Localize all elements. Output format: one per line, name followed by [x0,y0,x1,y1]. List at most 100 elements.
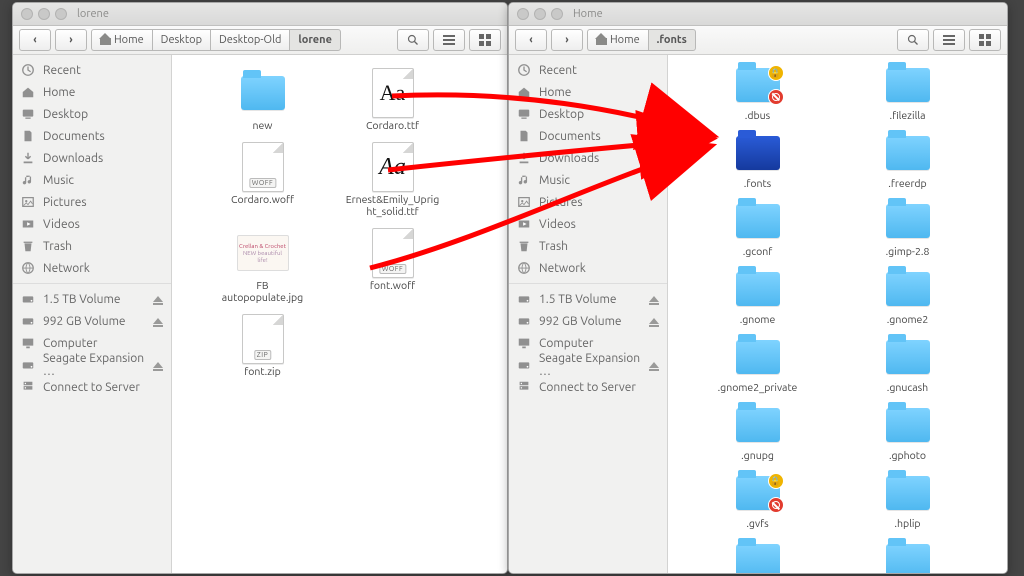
breadcrumb-seg[interactable]: Desktop [152,29,210,51]
sidebar-item-home[interactable]: Home [509,81,667,103]
folder-item[interactable]: .gnome [703,267,813,325]
sidebar-item-network[interactable]: Network [509,257,667,279]
search-button[interactable] [397,29,429,51]
nav-back-button[interactable]: ‹ [19,29,51,51]
sidebar-item-videos[interactable]: Videos [13,213,171,235]
sidebar-item-recent[interactable]: Recent [509,59,667,81]
file-item[interactable]: WOFFCordaro.woff [215,143,311,217]
breadcrumb-seg[interactable]: Desktop-Old [210,29,289,51]
eject-icon[interactable] [649,318,659,324]
max-dot[interactable] [55,8,67,20]
grid-icon [979,34,991,46]
folder-item[interactable]: .gphoto [853,403,963,461]
breadcrumb-label: Desktop-Old [219,34,281,46]
sidebar-device[interactable]: 1.5 TB Volume [13,288,171,310]
sidebar-item-downloads[interactable]: Downloads [509,147,667,169]
eject-icon[interactable] [649,362,659,368]
sidebar-device[interactable]: Seagate Expansion … [13,354,171,376]
breadcrumb-seg[interactable]: lorene [289,29,341,51]
sidebar-item-label: Pictures [539,196,583,209]
min-dot[interactable] [38,8,50,20]
folder-item[interactable]: .freerdp [853,131,963,189]
folder-item[interactable]: .fonts [703,131,813,189]
sidebar-item-downloads[interactable]: Downloads [13,147,171,169]
drive-icon [21,358,35,372]
eject-icon[interactable] [649,296,659,302]
pictures-icon [21,195,35,209]
sidebar-separator [13,283,171,284]
sidebar-item-desktop[interactable]: Desktop [13,103,171,125]
eject-icon[interactable] [153,362,163,368]
sidebar-item-label: Music [43,174,74,187]
min-dot[interactable] [534,8,546,20]
folder-item[interactable]: 🔒.gvfs [703,471,813,529]
sidebar-item-network[interactable]: Network [13,257,171,279]
folder-item[interactable]: .kde [703,539,813,573]
view-grid-button[interactable] [469,29,501,51]
sidebar-item-pictures[interactable]: Pictures [13,191,171,213]
sidebar-item-trash[interactable]: Trash [13,235,171,257]
view-list-button[interactable] [433,29,465,51]
titlebar[interactable]: Home [509,3,1007,26]
sidebar-device[interactable]: Connect to Server [509,376,667,398]
breadcrumb-seg[interactable]: .fonts [648,29,696,51]
file-item[interactable]: Crellan & CrochetNEW beautiful life!FB a… [215,229,311,303]
folder-item[interactable]: .gimp-2.8 [853,199,963,257]
sidebar-item-label: Videos [539,218,576,231]
file-pane[interactable]: new AaCordaro.ttf WOFFCordaro.woff AaErnest… [172,55,507,573]
sidebar-item-desktop[interactable]: Desktop [509,103,667,125]
sidebar-item-home[interactable]: Home [13,81,171,103]
folder-item[interactable]: .gnome2 [853,267,963,325]
sidebar-separator [509,283,667,284]
file-item[interactable]: ZIPfont.zip [215,315,311,377]
folder-item[interactable]: .local [853,539,963,573]
eject-icon[interactable] [153,318,163,324]
sidebar-device[interactable]: Connect to Server [13,376,171,398]
sidebar-item-trash[interactable]: Trash [509,235,667,257]
breadcrumb-seg[interactable]: Home [91,29,152,51]
sidebar-device[interactable]: Seagate Expansion … [509,354,667,376]
sidebar-item-documents[interactable]: Documents [13,125,171,147]
folder-item[interactable]: .gnucash [853,335,963,393]
folder-label: .fonts [744,177,771,189]
folder-item[interactable]: .hplip [853,471,963,529]
sidebar: RecentHomeDesktopDocuments Downloads Music… [13,55,172,573]
sidebar-device[interactable]: 1.5 TB Volume [509,288,667,310]
folder-item[interactable]: 🔒.dbus [703,63,813,121]
folder-item[interactable]: .gnupg [703,403,813,461]
sidebar-device[interactable]: Computer [13,332,171,354]
nav-forward-button[interactable]: › [55,29,87,51]
sidebar-item-recent[interactable]: Recent [13,59,171,81]
file-item[interactable]: AaCordaro.ttf [345,69,441,131]
folder-label: .gnome2 [887,313,929,325]
breadcrumb-seg[interactable]: Home [587,29,648,51]
sidebar-item-label: Downloads [43,152,103,165]
sidebar-item-pictures[interactable]: Pictures [509,191,667,213]
sidebar-item-music[interactable]: Music [509,169,667,191]
file-item[interactable]: new [215,69,311,131]
titlebar[interactable]: lorene [13,3,507,26]
sidebar-item-videos[interactable]: Videos [509,213,667,235]
folder-item[interactable]: .gconf [703,199,813,257]
max-dot[interactable] [551,8,563,20]
sidebar-item-label: Documents [539,130,601,143]
sidebar-device[interactable]: 992 GB Volume [509,310,667,332]
file-item[interactable]: WOFFfont.woff [345,229,441,303]
list-icon [943,34,955,46]
sidebar-device[interactable]: 992 GB Volume [13,310,171,332]
view-list-button[interactable] [933,29,965,51]
eject-icon[interactable] [153,296,163,302]
sidebar-item-documents[interactable]: Documents [509,125,667,147]
close-dot[interactable] [21,8,33,20]
folder-item[interactable]: .gnome2_private [703,335,813,393]
file-pane[interactable]: 🔒.dbus .filezilla .fonts .freerdp .gconf .gim… [668,55,1007,573]
close-dot[interactable] [517,8,529,20]
nav-back-button[interactable]: ‹ [515,29,547,51]
folder-item[interactable]: .filezilla [853,63,963,121]
file-item[interactable]: AaErnest&Emily_Upright_solid.ttf [345,143,441,217]
nav-forward-button[interactable]: › [551,29,583,51]
sidebar-device[interactable]: Computer [509,332,667,354]
sidebar-item-music[interactable]: Music [13,169,171,191]
search-button[interactable] [897,29,929,51]
view-grid-button[interactable] [969,29,1001,51]
